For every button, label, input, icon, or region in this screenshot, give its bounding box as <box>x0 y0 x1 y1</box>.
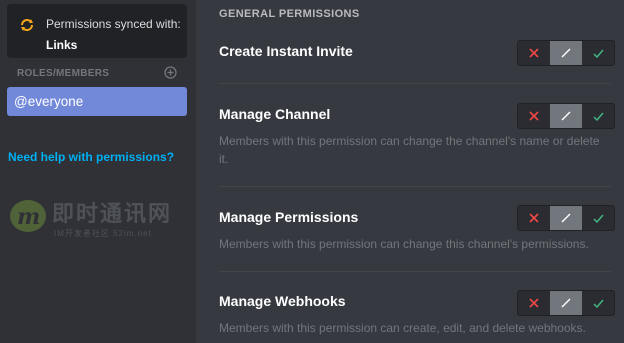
permission-toggle <box>517 40 615 66</box>
x-icon <box>529 48 539 58</box>
deny-button[interactable] <box>518 206 550 230</box>
permission-name: Create Instant Invite <box>219 43 353 59</box>
x-icon <box>529 298 539 308</box>
permission-name: Manage Webhooks <box>219 293 346 309</box>
deny-button[interactable] <box>518 41 550 65</box>
sidebar: Permissions synced with: Links ROLES/MEM… <box>0 0 196 343</box>
help-link[interactable]: Need help with permissions? <box>8 150 174 164</box>
svg-text:m: m <box>17 204 40 230</box>
neutral-button[interactable] <box>549 291 583 315</box>
check-icon <box>593 49 604 58</box>
permission-name: Manage Channel <box>219 106 331 122</box>
divider <box>219 271 611 272</box>
check-icon <box>593 299 604 308</box>
permission-name: Manage Permissions <box>219 209 359 225</box>
divider <box>219 83 611 84</box>
x-icon <box>529 111 539 121</box>
sync-icon <box>21 19 33 31</box>
permission-description: Members with this permission can create,… <box>219 321 586 335</box>
sync-text: Permissions synced with: <box>46 17 181 31</box>
neutral-button[interactable] <box>549 206 583 230</box>
allow-button[interactable] <box>582 291 614 315</box>
permissions-panel: GENERAL PERMISSIONS Create Instant Invit… <box>196 0 624 343</box>
slash-icon <box>561 213 571 223</box>
watermark-subtitle: IM开发者社区 52im.net <box>54 229 152 238</box>
section-title: GENERAL PERMISSIONS <box>219 8 360 20</box>
permission-toggle <box>517 290 615 316</box>
allow-button[interactable] <box>582 104 614 128</box>
sync-status-box: Permissions synced with: Links <box>7 4 187 58</box>
deny-button[interactable] <box>518 291 550 315</box>
permission-description: Members with this permission can change … <box>219 134 600 166</box>
sync-channel-name: Links <box>46 38 78 52</box>
watermark-title: 即时通讯网 <box>52 202 173 227</box>
permission-toggle <box>517 205 615 231</box>
divider <box>219 186 611 187</box>
check-icon <box>593 112 604 121</box>
slash-icon <box>561 298 571 308</box>
permission-toggle <box>517 103 615 129</box>
permission-description: Members with this permission can change … <box>219 237 589 251</box>
slash-icon <box>561 48 571 58</box>
roles-header: ROLES/MEMBERS <box>17 68 110 79</box>
role-label: @everyone <box>14 94 84 109</box>
watermark: m 即时通讯网 IM开发者社区 52im.net <box>8 196 202 244</box>
watermark-logo-icon: m <box>10 200 46 232</box>
deny-button[interactable] <box>518 104 550 128</box>
neutral-button[interactable] <box>549 104 583 128</box>
role-item-everyone[interactable]: @everyone <box>7 87 187 116</box>
add-circle-icon[interactable] <box>164 66 177 79</box>
neutral-button[interactable] <box>549 41 583 65</box>
allow-button[interactable] <box>582 206 614 230</box>
slash-icon <box>561 111 571 121</box>
x-icon <box>529 213 539 223</box>
allow-button[interactable] <box>582 41 614 65</box>
check-icon <box>593 214 604 223</box>
